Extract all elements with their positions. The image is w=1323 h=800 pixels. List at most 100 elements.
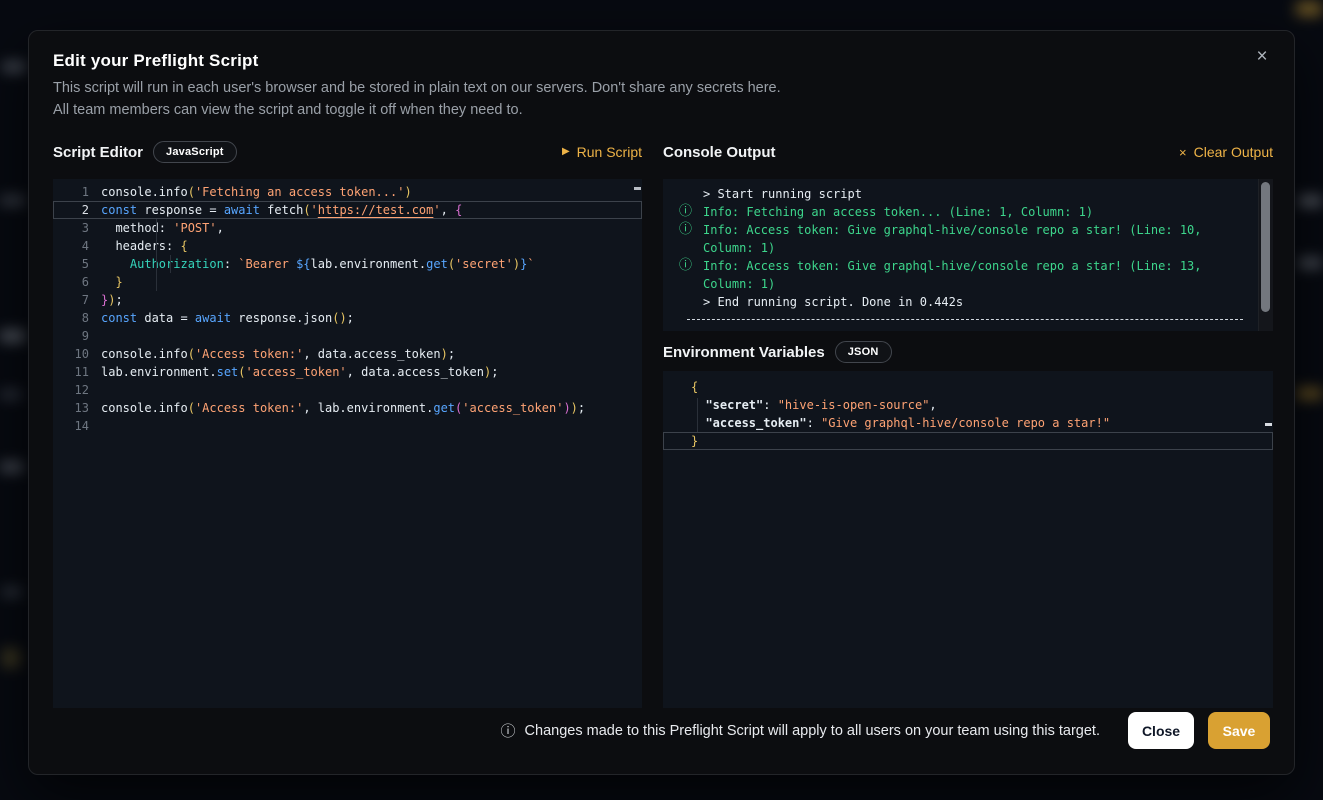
console-entry-text: Info: Fetching an access token... (Line:… <box>703 205 1093 219</box>
close-button[interactable]: Close <box>1128 712 1194 749</box>
code-line[interactable]: 13console.info('Access token:', lab.envi… <box>53 399 642 417</box>
line-number: 5 <box>53 255 89 273</box>
run-script-button[interactable]: ▶ Run Script <box>562 144 642 160</box>
code-line[interactable]: 11lab.environment.set('access_token', da… <box>53 363 642 381</box>
line-number: 13 <box>53 399 89 417</box>
footer-note: ⓘ Changes made to this Preflight Script … <box>501 720 1100 741</box>
line-number: 10 <box>53 345 89 363</box>
language-badge: JavaScript <box>153 141 237 163</box>
run-script-label: Run Script <box>577 144 642 160</box>
code-line[interactable]: { <box>663 378 1273 396</box>
code-line[interactable]: 7}); <box>53 291 642 309</box>
script-editor-code[interactable]: 1console.info('Fetching an access token.… <box>53 179 642 708</box>
console-entry-text: > End running script. Done in 0.442s <box>703 295 963 309</box>
backdrop-blur <box>0 390 22 399</box>
line-number: 2 <box>53 201 89 219</box>
info-circle-icon: ⓘ <box>679 203 692 221</box>
modal-description-line2: All team members can view the script and… <box>53 99 953 121</box>
env-vars-title: Environment Variables <box>663 344 825 361</box>
preflight-script-modal: Edit your Preflight Script This script w… <box>28 30 1295 775</box>
code-line[interactable]: } <box>663 432 1273 450</box>
backdrop-blur <box>2 62 26 72</box>
env-vars-code[interactable]: { "secret": "hive-is-open-source", "acce… <box>663 371 1273 708</box>
line-number: 12 <box>53 381 89 399</box>
code-line[interactable]: "secret": "hive-is-open-source", <box>663 396 1273 414</box>
console-entry: > End running script. Done in 0.442s <box>677 293 1243 311</box>
script-code-editor[interactable]: 1console.info('Fetching an access token.… <box>53 179 642 708</box>
page-backdrop: Edit your Preflight Script This script w… <box>0 0 1323 800</box>
info-circle-icon: ⓘ <box>679 257 692 275</box>
env-vars-header: Environment Variables JSON <box>663 337 1273 367</box>
clear-output-label: Clear Output <box>1194 144 1273 160</box>
console-title-row: Console Output <box>663 144 776 161</box>
code-line[interactable]: 6 } <box>53 273 642 291</box>
env-vars-title-row: Environment Variables JSON <box>663 341 892 363</box>
json-badge: JSON <box>835 341 892 363</box>
console-entry-text: Info: Access token: Give graphql-hive/co… <box>703 223 1202 255</box>
line-number: 4 <box>53 237 89 255</box>
code-line[interactable]: 9 <box>53 327 642 345</box>
play-icon: ▶ <box>562 147 570 157</box>
line-number: 9 <box>53 327 89 345</box>
overview-ruler-mark <box>1265 423 1272 426</box>
backdrop-blur <box>1296 388 1322 399</box>
console-entry: > Start running script <box>677 185 1243 203</box>
console-entry: ⓘ Info: Access token: Give graphql-hive/c… <box>677 257 1243 293</box>
clear-icon: × <box>1179 145 1187 160</box>
console-entry-text: > Start running script <box>703 187 862 201</box>
script-editor-title-row: Script Editor JavaScript <box>53 141 237 163</box>
backdrop-blur <box>0 330 26 342</box>
line-number: 8 <box>53 309 89 327</box>
code-line[interactable]: 10console.info('Access token:', data.acc… <box>53 345 642 363</box>
backdrop-blur <box>1296 2 1322 16</box>
code-line[interactable]: "access_token": "Give graphql-hive/conso… <box>663 414 1273 432</box>
backdrop-blur <box>0 462 24 472</box>
code-line[interactable]: 1console.info('Fetching an access token.… <box>53 183 642 201</box>
console-header: Console Output × Clear Output <box>663 137 1273 167</box>
console-scrollbar-thumb[interactable] <box>1261 182 1270 312</box>
line-number: 3 <box>53 219 89 237</box>
console-entry: ⓘ Info: Access token: Give graphql-hive/c… <box>677 221 1243 257</box>
modal-description: This script will run in each user's brow… <box>53 77 953 121</box>
code-line[interactable]: 5 Authorization: `Bearer ${lab.environme… <box>53 255 642 273</box>
line-number: 14 <box>53 417 89 435</box>
close-icon[interactable]: × <box>1248 43 1276 71</box>
backdrop-blur <box>1298 258 1322 268</box>
line-number: 6 <box>53 273 89 291</box>
code-line[interactable]: 3 method: 'POST', <box>53 219 642 237</box>
console-entry-text: Info: Access token: Give graphql-hive/co… <box>703 259 1202 291</box>
footer-note-text: Changes made to this Preflight Script wi… <box>525 723 1100 739</box>
indent-guide <box>697 398 698 432</box>
code-line[interactable]: 14 <box>53 417 642 435</box>
backdrop-blur <box>2 588 22 596</box>
code-line[interactable]: 8const data = await response.json(); <box>53 309 642 327</box>
console-scrollbar[interactable] <box>1258 179 1273 331</box>
line-number: 7 <box>53 291 89 309</box>
modal-description-line1: This script will run in each user's brow… <box>53 77 953 99</box>
console-separator <box>687 319 1243 320</box>
indent-guide <box>170 255 171 273</box>
script-editor-title: Script Editor <box>53 144 143 161</box>
console-title: Console Output <box>663 144 776 161</box>
info-icon: ⓘ <box>501 720 516 741</box>
modal-title: Edit your Preflight Script <box>53 51 258 71</box>
modal-footer: ⓘ Changes made to this Preflight Script … <box>501 712 1270 749</box>
info-circle-icon: ⓘ <box>679 221 692 239</box>
overview-ruler-cursor-mark <box>634 187 641 190</box>
backdrop-blur <box>2 648 20 668</box>
code-line[interactable]: 4 headers: { <box>53 237 642 255</box>
console-output-log: > Start running script ⓘ Info: Fetching an… <box>663 179 1273 331</box>
backdrop-blur <box>0 196 26 205</box>
code-line[interactable]: 12 <box>53 381 642 399</box>
script-editor-header: Script Editor JavaScript ▶ Run Script <box>53 137 642 167</box>
backdrop-blur <box>1298 196 1322 206</box>
save-button[interactable]: Save <box>1208 712 1270 749</box>
env-vars-editor[interactable]: { "secret": "hive-is-open-source", "acce… <box>663 371 1273 708</box>
console-entry: ⓘ Info: Fetching an access token... (Line… <box>677 203 1243 221</box>
clear-output-button[interactable]: × Clear Output <box>1179 144 1273 160</box>
line-number: 11 <box>53 363 89 381</box>
console-output-panel: > Start running script ⓘ Info: Fetching an… <box>663 179 1273 331</box>
indent-guide <box>156 219 157 291</box>
line-number: 1 <box>53 183 89 201</box>
code-line[interactable]: 2const response = await fetch('https://t… <box>53 201 642 219</box>
